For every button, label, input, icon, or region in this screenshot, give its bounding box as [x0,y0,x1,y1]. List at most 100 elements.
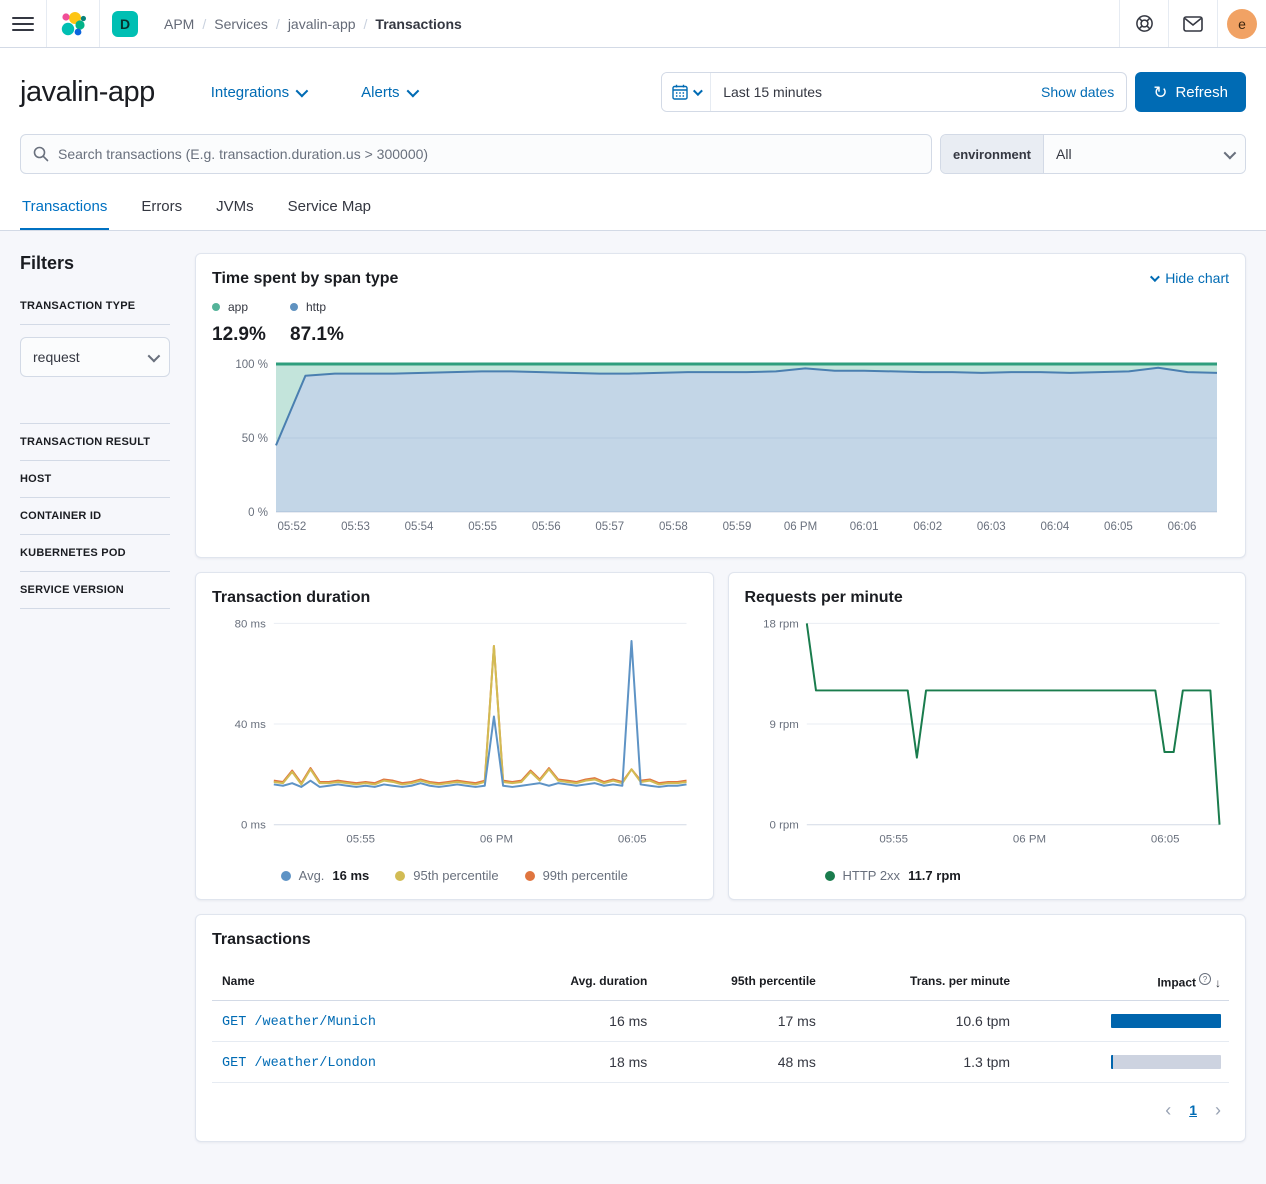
transaction-duration-chart[interactable]: 0 ms40 ms80 ms05:5506 PM06:05 [212,613,697,855]
user-menu-button[interactable]: e [1217,0,1266,47]
svg-text:06 PM: 06 PM [784,521,817,533]
span-type-percentage-app: 12.9% [212,324,290,346]
svg-text:0 ms: 0 ms [241,820,266,832]
show-dates-link[interactable]: Show dates [1029,84,1126,100]
hide-chart-label: Hide chart [1165,270,1229,286]
legend-dot-icon [281,871,291,881]
environment-value: All [1056,146,1072,162]
svg-text:05:53: 05:53 [341,521,370,533]
tab-transactions[interactable]: Transactions [20,188,109,230]
legend-label: 99th percentile [543,868,628,883]
chevron-down-icon [693,86,703,96]
calendar-icon [672,84,688,100]
requests-per-minute-title: Requests per minute [745,589,1230,607]
alerts-menu-button[interactable]: Alerts [361,84,415,101]
previous-page-button[interactable]: ‹ [1165,1101,1171,1119]
legend-label: Avg. [299,868,325,883]
column-header-avg-duration[interactable]: Avg. duration [500,963,655,1000]
legend-dot-icon [290,303,298,311]
column-header-impact[interactable]: Impact?↓ [1018,963,1229,1000]
divider [20,608,170,609]
divider [20,460,170,461]
notifications-button[interactable] [1168,0,1217,47]
menu-icon[interactable] [12,13,34,35]
table-row: GET /weather/Munich16 ms17 ms10.6 tpm [212,1000,1229,1041]
divider [20,534,170,535]
help-icon [1135,14,1154,33]
column-header-trans-per-minute[interactable]: Trans. per minute [824,963,1018,1000]
top-navigation-bar: D APM/Services/javalin-app/Transactions … [0,0,1266,48]
breadcrumb-separator: / [202,16,206,32]
legend-item-95th-percentile[interactable]: 95th percentile [395,868,498,883]
svg-text:18 rpm: 18 rpm [763,618,799,630]
legend-item-http-2xx[interactable]: HTTP 2xx11.7 rpm [825,868,961,883]
integrations-label: Integrations [211,84,289,101]
svg-text:0 %: 0 % [248,507,268,519]
span-type-percentages: 12.9%87.1% [212,324,1229,346]
time-range-value[interactable]: Last 15 minutes [711,84,1029,100]
filter-section-transaction-result[interactable]: TRANSACTION RESULT [20,436,170,448]
svg-text:06:05: 06:05 [1104,521,1133,533]
chevron-down-icon [1224,146,1237,159]
requests-per-minute-legend: HTTP 2xx11.7 rpm [745,868,1230,883]
svg-text:06:02: 06:02 [913,521,942,533]
deployment-badge[interactable]: D [112,11,138,37]
tab-service-map[interactable]: Service Map [286,188,373,230]
breadcrumb-item[interactable]: javalin-app [288,16,356,32]
impact-help-icon[interactable]: ? [1199,973,1211,985]
requests-per-minute-chart[interactable]: 0 rpm9 rpm18 rpm05:5506 PM06:05 [745,613,1230,855]
svg-text:0 rpm: 0 rpm [769,820,798,832]
column-header-95th-percentile[interactable]: 95th percentile [655,963,824,1000]
environment-select[interactable]: All [1044,135,1245,173]
breadcrumb-item[interactable]: APM [164,16,194,32]
page-title: javalin-app [20,76,155,109]
calendar-menu-button[interactable] [662,73,711,111]
svg-text:05:52: 05:52 [278,521,307,533]
refresh-button[interactable]: ↻ Refresh [1135,72,1246,112]
refresh-icon: ↻ [1153,84,1167,101]
pagination: ‹ 1 › [212,1083,1229,1125]
p95-cell: 17 ms [655,1000,824,1041]
elastic-logo-icon [59,10,87,38]
elastic-logo[interactable] [47,0,99,47]
filter-section-host[interactable]: HOST [20,473,170,485]
legend-item-http[interactable]: http [290,300,368,314]
mail-icon [1183,16,1203,32]
filter-label-transaction-type: TRANSACTION TYPE [20,300,170,312]
legend-label: HTTP 2xx [843,868,901,883]
filters-title: Filters [20,253,170,274]
breadcrumb-item[interactable]: Services [214,16,268,32]
search-input[interactable] [58,146,919,162]
transaction-type-select[interactable]: request [20,337,170,377]
filter-section-service-version[interactable]: SERVICE VERSION [20,584,170,596]
svg-text:06:05: 06:05 [1150,834,1179,846]
integrations-menu-button[interactable]: Integrations [211,84,305,101]
legend-item-avg-[interactable]: Avg.16 ms [281,868,370,883]
tab-errors[interactable]: Errors [139,188,184,230]
next-page-button[interactable]: › [1215,1101,1221,1119]
svg-text:05:57: 05:57 [595,521,624,533]
svg-text:80 ms: 80 ms [235,618,266,630]
filter-section-kubernetes-pod[interactable]: KUBERNETES POD [20,547,170,559]
svg-text:100 %: 100 % [235,359,268,371]
page-number-button[interactable]: 1 [1189,1102,1197,1118]
svg-text:05:58: 05:58 [659,521,688,533]
search-box [20,134,932,174]
transaction-duration-legend: Avg.16 ms 95th percentile 99th percentile [212,868,697,883]
hide-chart-button[interactable]: Hide chart [1150,270,1229,286]
alerts-label: Alerts [361,84,399,101]
span-type-panel-title: Time spent by span type [212,270,398,288]
column-header-name[interactable]: Name [212,963,500,1000]
legend-label: 95th percentile [413,868,498,883]
span-type-chart[interactable]: 0 %50 %100 %05:5205:5305:5405:5505:5605:… [212,356,1229,538]
tab-jvms[interactable]: JVMs [214,188,256,230]
transaction-link[interactable]: GET /weather/Munich [222,1015,376,1030]
avg-duration-cell: 16 ms [500,1000,655,1041]
help-button[interactable] [1119,0,1168,47]
filter-section-container-id[interactable]: CONTAINER ID [20,510,170,522]
legend-item-99th-percentile[interactable]: 99th percentile [525,868,628,883]
svg-text:05:55: 05:55 [468,521,497,533]
svg-text:06 PM: 06 PM [1012,834,1045,846]
legend-item-app[interactable]: app [212,300,290,314]
transaction-link[interactable]: GET /weather/London [222,1056,376,1071]
